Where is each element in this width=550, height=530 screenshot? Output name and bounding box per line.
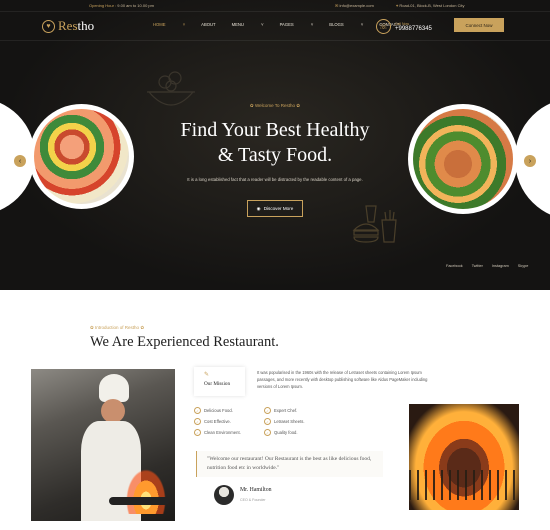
discover-icon: ◉ [256, 205, 261, 211]
mission-icon: ✎ [204, 372, 210, 378]
logo-icon: ♥ [42, 19, 55, 33]
salad-bowl-icon [147, 71, 195, 106]
address-text: Road-01, Block-B, West London City [399, 3, 465, 8]
mission-tab-label: Our Mission [204, 381, 231, 387]
opening-label: Opening Hour : [89, 3, 117, 8]
feature-item: ✓ Delicious Food. [194, 407, 233, 414]
check-icon: ✓ [264, 429, 271, 436]
feature-item: ✓ Expert Chef. [264, 407, 297, 414]
check-icon: ✓ [194, 429, 201, 436]
author-name: Mr. Hamilton [240, 487, 272, 493]
nav-item-blogs[interactable]: BLOGS ˅ [329, 22, 363, 27]
logo[interactable]: ♥ Restho [42, 18, 94, 34]
prev-arrow-icon[interactable]: ‹ [14, 155, 26, 167]
nav-item-menu[interactable]: MENU ˅ [232, 22, 264, 27]
logo-prefix: Res [58, 18, 78, 33]
logo-suffix: tho [77, 18, 95, 33]
section-label: ✿ Introduction of Restho ✿ [90, 325, 145, 330]
shrimp-salad-image [29, 104, 134, 209]
topbar: Opening Hour : 9.00 am to 10.00 pm ✉ inf… [0, 0, 550, 11]
chef-image [31, 369, 175, 521]
connect-now-button[interactable]: Connect Now [454, 18, 504, 32]
intro-label-text: Introduction of Restho [95, 325, 140, 330]
check-icon: ✓ [264, 418, 271, 425]
avatar [214, 485, 234, 505]
phone-icon: ☏ [376, 19, 391, 34]
nav-item-pages[interactable]: PAGES ˅ [280, 22, 314, 27]
quote-text: "Welcome our restaurant! Our Restaurant … [207, 456, 372, 471]
welcome-text: Welcome To Restho [254, 103, 296, 108]
tab-our-mission[interactable]: ✎ Our Mission [194, 367, 245, 396]
social-facebook[interactable]: Facebook [446, 264, 463, 268]
fastfood-icon [352, 205, 397, 243]
nav-item-about[interactable]: ABOUT [201, 22, 215, 27]
check-icon: ✓ [194, 407, 201, 414]
email-link[interactable]: ✉ info@example.com [335, 3, 374, 8]
feature-item: ✓ Clean Environment. [194, 429, 241, 436]
feature-item: ✓ Letraset Sheets. [264, 418, 305, 425]
social-instagram[interactable]: Instagram [492, 264, 509, 268]
phone-number: +9988776345 [395, 25, 432, 32]
address: ⌖ Road-01, Block-B, West London City [396, 3, 464, 8]
social-skype[interactable]: Skype [518, 264, 529, 268]
call-now[interactable]: ☏ Call Now +9988776345 [376, 19, 432, 34]
opening-hours: Opening Hour : 9.00 am to 10.00 pm [89, 3, 154, 8]
social-twitter[interactable]: Twitter [472, 264, 483, 268]
location-icon: ⌖ [396, 3, 399, 8]
ceo-quote: "Welcome our restaurant! Our Restaurant … [196, 451, 383, 477]
discover-more-button[interactable]: ◉ Discover More [247, 200, 303, 217]
grilled-steak-image [409, 404, 519, 510]
feature-item: ✓ Quality food. [264, 429, 298, 436]
check-icon: ✓ [264, 407, 271, 414]
opening-time: 9.00 am to 10.00 pm [117, 3, 154, 8]
feature-item: ✓ Cost Effective. [194, 418, 231, 425]
next-arrow-icon[interactable]: › [524, 155, 536, 167]
mission-text: It was popularised in the 1960s with the… [257, 370, 428, 389]
social-links: Facebook Twitter Instagram Skype [446, 264, 528, 268]
email-text: info@example.com [339, 3, 374, 8]
logo-text: Restho [58, 18, 94, 34]
mail-icon: ✉ [335, 3, 339, 8]
chicken-broccoli-image [408, 104, 518, 214]
nav-item-home[interactable]: HOME ˅ [153, 22, 185, 27]
check-icon: ✓ [194, 418, 201, 425]
discover-label: Discover More [263, 206, 294, 211]
author-role: CEO & Founder [240, 498, 266, 502]
section-title: We Are Experienced Restaurant. [90, 334, 279, 350]
hero-section: Opening Hour : 9.00 am to 10.00 pm ✉ inf… [0, 0, 550, 290]
